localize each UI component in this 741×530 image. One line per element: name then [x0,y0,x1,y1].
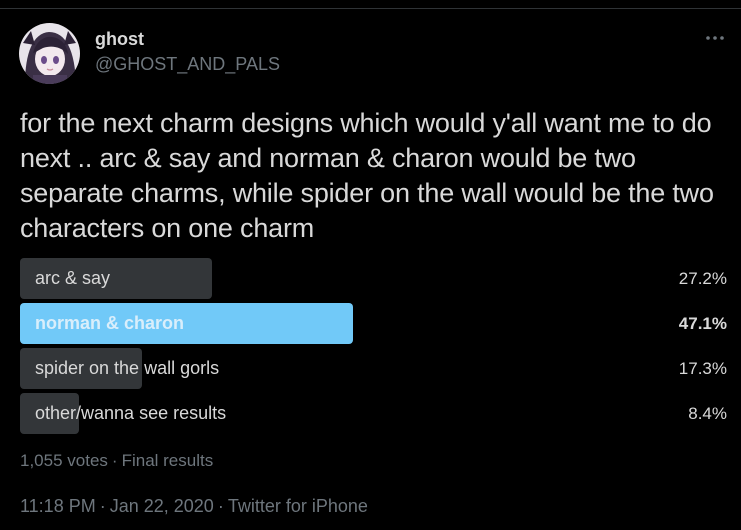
poll-vote-count: 1,055 votes [20,451,108,470]
poll-option-label: norman & charon [35,313,185,333]
tweet-source[interactable]: Twitter for iPhone [228,496,368,516]
poll-option: spider on the wall gorls 17.3% [20,348,727,389]
tweet-time[interactable]: 11:18 PM [20,496,96,516]
tweet-metadata: 11:18 PM · Jan 22, 2020 · Twitter for iPhone [20,496,368,517]
tweet-text: for the next charm designs which would y… [20,108,714,243]
more-options-icon [706,36,724,40]
separator-dot: · [217,496,224,516]
poll-option: other/wanna see results 8.4% [20,393,727,434]
poll-option-label: arc & say [35,268,111,288]
poll: arc & say 27.2% norman & charon 47.1% sp… [20,258,727,438]
poll-option-label: other/wanna see results [35,403,227,423]
more-options-button[interactable] [700,24,730,52]
author-handle[interactable]: @GHOST_AND_PALS [95,54,280,75]
poll-option-percent: 27.2% [678,269,727,288]
poll-option-percent: 8.4% [688,404,727,423]
author-display-name[interactable]: ghost [95,29,144,50]
separator-dot: · [99,496,106,516]
poll-option: arc & say 27.2% [20,258,727,299]
avatar-image [19,23,80,84]
top-divider [0,0,741,9]
poll-status: Final results [121,451,214,470]
poll-option-percent: 47.1% [678,314,727,333]
poll-option: norman & charon 47.1% [20,303,727,344]
poll-summary: 1,055 votes · Final results [20,451,213,471]
separator-dot: · [111,451,118,470]
tweet-date[interactable]: Jan 22, 2020 [110,496,214,516]
poll-option-label: spider on the wall gorls [35,358,220,378]
profile-avatar[interactable] [19,23,80,84]
poll-option-percent: 17.3% [678,359,727,378]
